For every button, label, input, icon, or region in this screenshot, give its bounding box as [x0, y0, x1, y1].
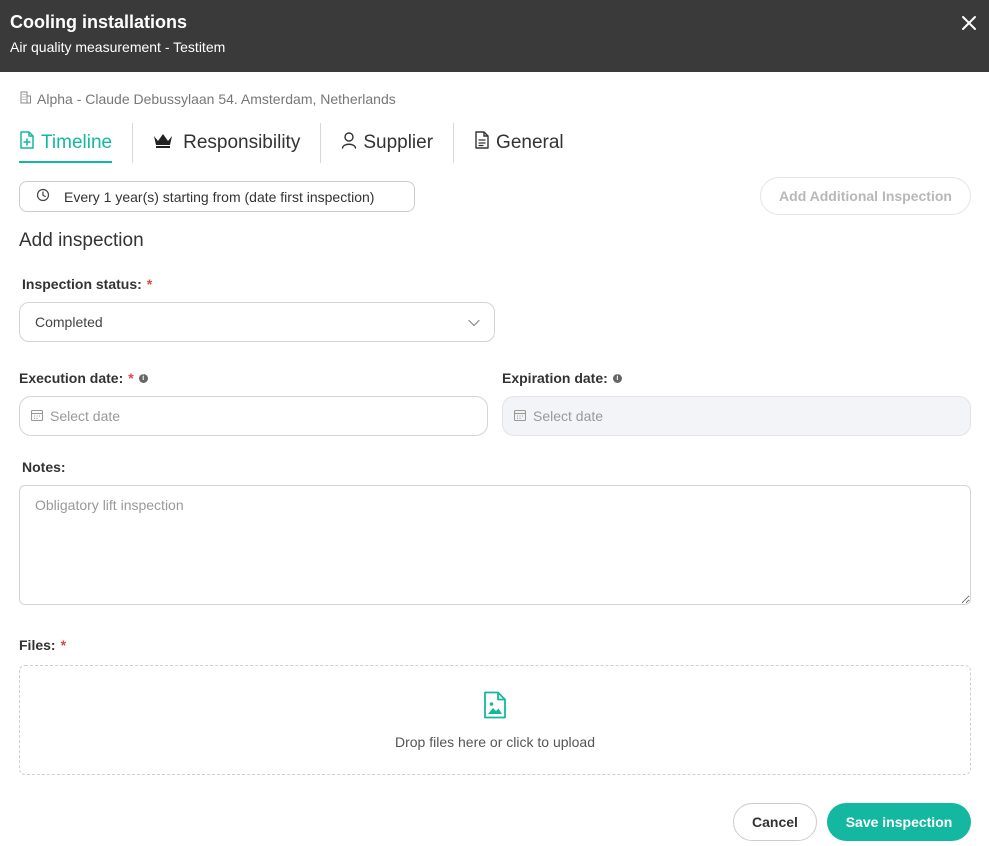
- modal-header: Cooling installations Air quality measur…: [0, 0, 989, 72]
- expiration-date-field: [502, 396, 971, 436]
- select-value: Completed: [35, 314, 103, 330]
- tab-label: Responsibility: [183, 132, 301, 153]
- tab-label: Timeline: [41, 132, 113, 153]
- tab-supplier[interactable]: Supplier: [341, 123, 433, 163]
- execution-date-field[interactable]: [19, 396, 488, 436]
- expiration-date-input: [533, 408, 833, 424]
- user-icon: [341, 131, 357, 155]
- files-label: Files: *: [19, 637, 66, 653]
- save-inspection-button[interactable]: Save inspection: [827, 803, 971, 841]
- address-text: Alpha - Claude Debussylaan 54. Amsterdam…: [37, 91, 396, 107]
- tab-responsibility[interactable]: Responsibility: [153, 123, 300, 163]
- required-mark: *: [146, 276, 153, 292]
- inspection-status-label: Inspection status: *: [22, 276, 152, 292]
- notes-textarea[interactable]: [19, 485, 971, 605]
- modal-title: Cooling installations: [10, 12, 188, 32]
- label-text: Inspection status:: [22, 276, 142, 292]
- frequency-text: Every 1 year(s) starting from (date firs…: [64, 188, 375, 205]
- inspection-status-select[interactable]: Completed: [19, 302, 495, 342]
- add-additional-inspection-button[interactable]: Add Additional Inspection: [760, 177, 971, 215]
- dropzone-text: Drop files here or click to upload: [395, 733, 595, 750]
- crown-icon: [153, 132, 173, 154]
- tab-divider: [453, 123, 455, 163]
- tab-timeline[interactable]: Timeline: [19, 123, 113, 163]
- tab-label: Supplier: [363, 132, 434, 153]
- required-mark: *: [128, 370, 134, 386]
- calendar-icon: [30, 408, 44, 425]
- frequency-chip: Every 1 year(s) starting from (date firs…: [19, 181, 415, 212]
- info-icon[interactable]: i: [138, 373, 148, 383]
- section-title: Add inspection: [19, 230, 144, 251]
- location-address: Alpha - Claude Debussylaan 54. Amsterdam…: [19, 91, 396, 107]
- file-plus-icon: [19, 131, 35, 155]
- label-text: Files:: [19, 637, 56, 653]
- image-file-icon: [483, 691, 507, 724]
- document-icon: [474, 131, 490, 155]
- modal-subtitle: Air quality measurement - Testitem: [10, 39, 226, 55]
- tab-label: General: [496, 132, 564, 153]
- label-text: Expiration date:: [502, 370, 608, 386]
- tab-divider: [320, 123, 322, 163]
- execution-date-label: Execution date: * i: [19, 370, 148, 386]
- tab-bar: Timeline Responsibility Supplier General: [19, 123, 564, 163]
- notes-label: Notes:: [22, 459, 66, 475]
- file-dropzone[interactable]: Drop files here or click to upload: [19, 665, 971, 775]
- label-text: Notes:: [22, 459, 66, 475]
- close-icon[interactable]: [958, 12, 980, 34]
- calendar-icon: [513, 408, 527, 425]
- execution-date-input[interactable]: [50, 408, 350, 424]
- expiration-date-label: Expiration date: i: [502, 370, 622, 386]
- tab-general[interactable]: General: [474, 123, 564, 163]
- label-text: Execution date:: [19, 370, 124, 386]
- tab-divider: [132, 123, 134, 163]
- chevron-down-icon: [468, 314, 480, 330]
- required-mark: *: [60, 637, 67, 653]
- clock-icon: [36, 188, 50, 205]
- building-icon: [19, 91, 32, 107]
- cancel-button[interactable]: Cancel: [733, 803, 817, 841]
- info-icon[interactable]: i: [612, 373, 622, 383]
